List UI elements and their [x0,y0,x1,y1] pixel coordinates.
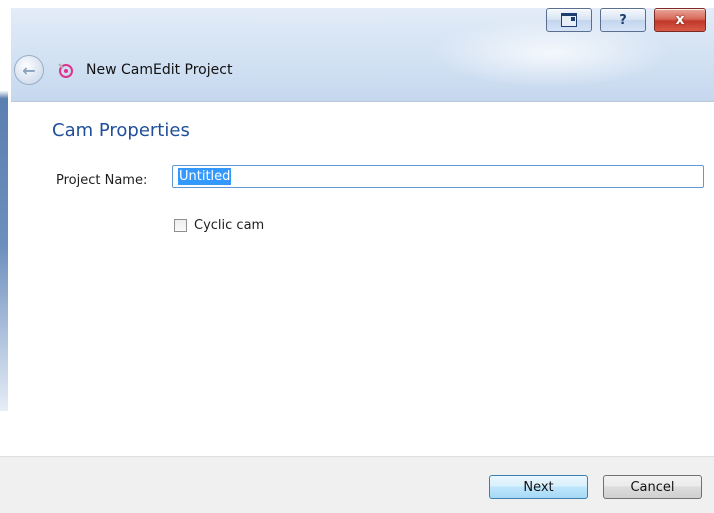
cyclic-cam-row[interactable]: Cyclic cam [174,218,264,233]
camedit-app-icon [56,61,74,79]
left-window-edge [0,0,11,411]
back-button[interactable]: ← [14,55,44,85]
close-button[interactable]: x [654,8,706,32]
project-name-value: Untitled [178,168,232,185]
left-edge-highlight [8,0,11,411]
command-bar: Next Cancel [0,456,714,513]
next-button[interactable]: Next [489,475,588,499]
window-controls: ? x [546,8,706,32]
close-icon: x [675,12,685,28]
help-icon: ? [619,12,627,28]
project-name-label: Project Name: [56,173,148,188]
desktop-strip [0,0,714,8]
title-bar: ? x ← New CamEdit Project [0,0,714,102]
restore-icon [561,13,577,27]
navigation-row: ← New CamEdit Project [14,55,232,85]
restore-button[interactable] [546,8,592,32]
window-title: New CamEdit Project [86,62,233,78]
cyclic-cam-label[interactable]: Cyclic cam [194,218,264,233]
page-heading: Cam Properties [52,120,190,141]
cancel-button[interactable]: Cancel [603,475,702,499]
help-button[interactable]: ? [600,8,646,32]
project-name-input[interactable]: Untitled [172,165,704,188]
cyclic-cam-checkbox[interactable] [174,219,187,232]
back-arrow-icon: ← [22,60,36,80]
dialog-window: ? x ← New CamEdit Project Cam Properties… [0,0,714,513]
content-area: Cam Properties Project Name: Untitled Cy… [0,102,714,455]
